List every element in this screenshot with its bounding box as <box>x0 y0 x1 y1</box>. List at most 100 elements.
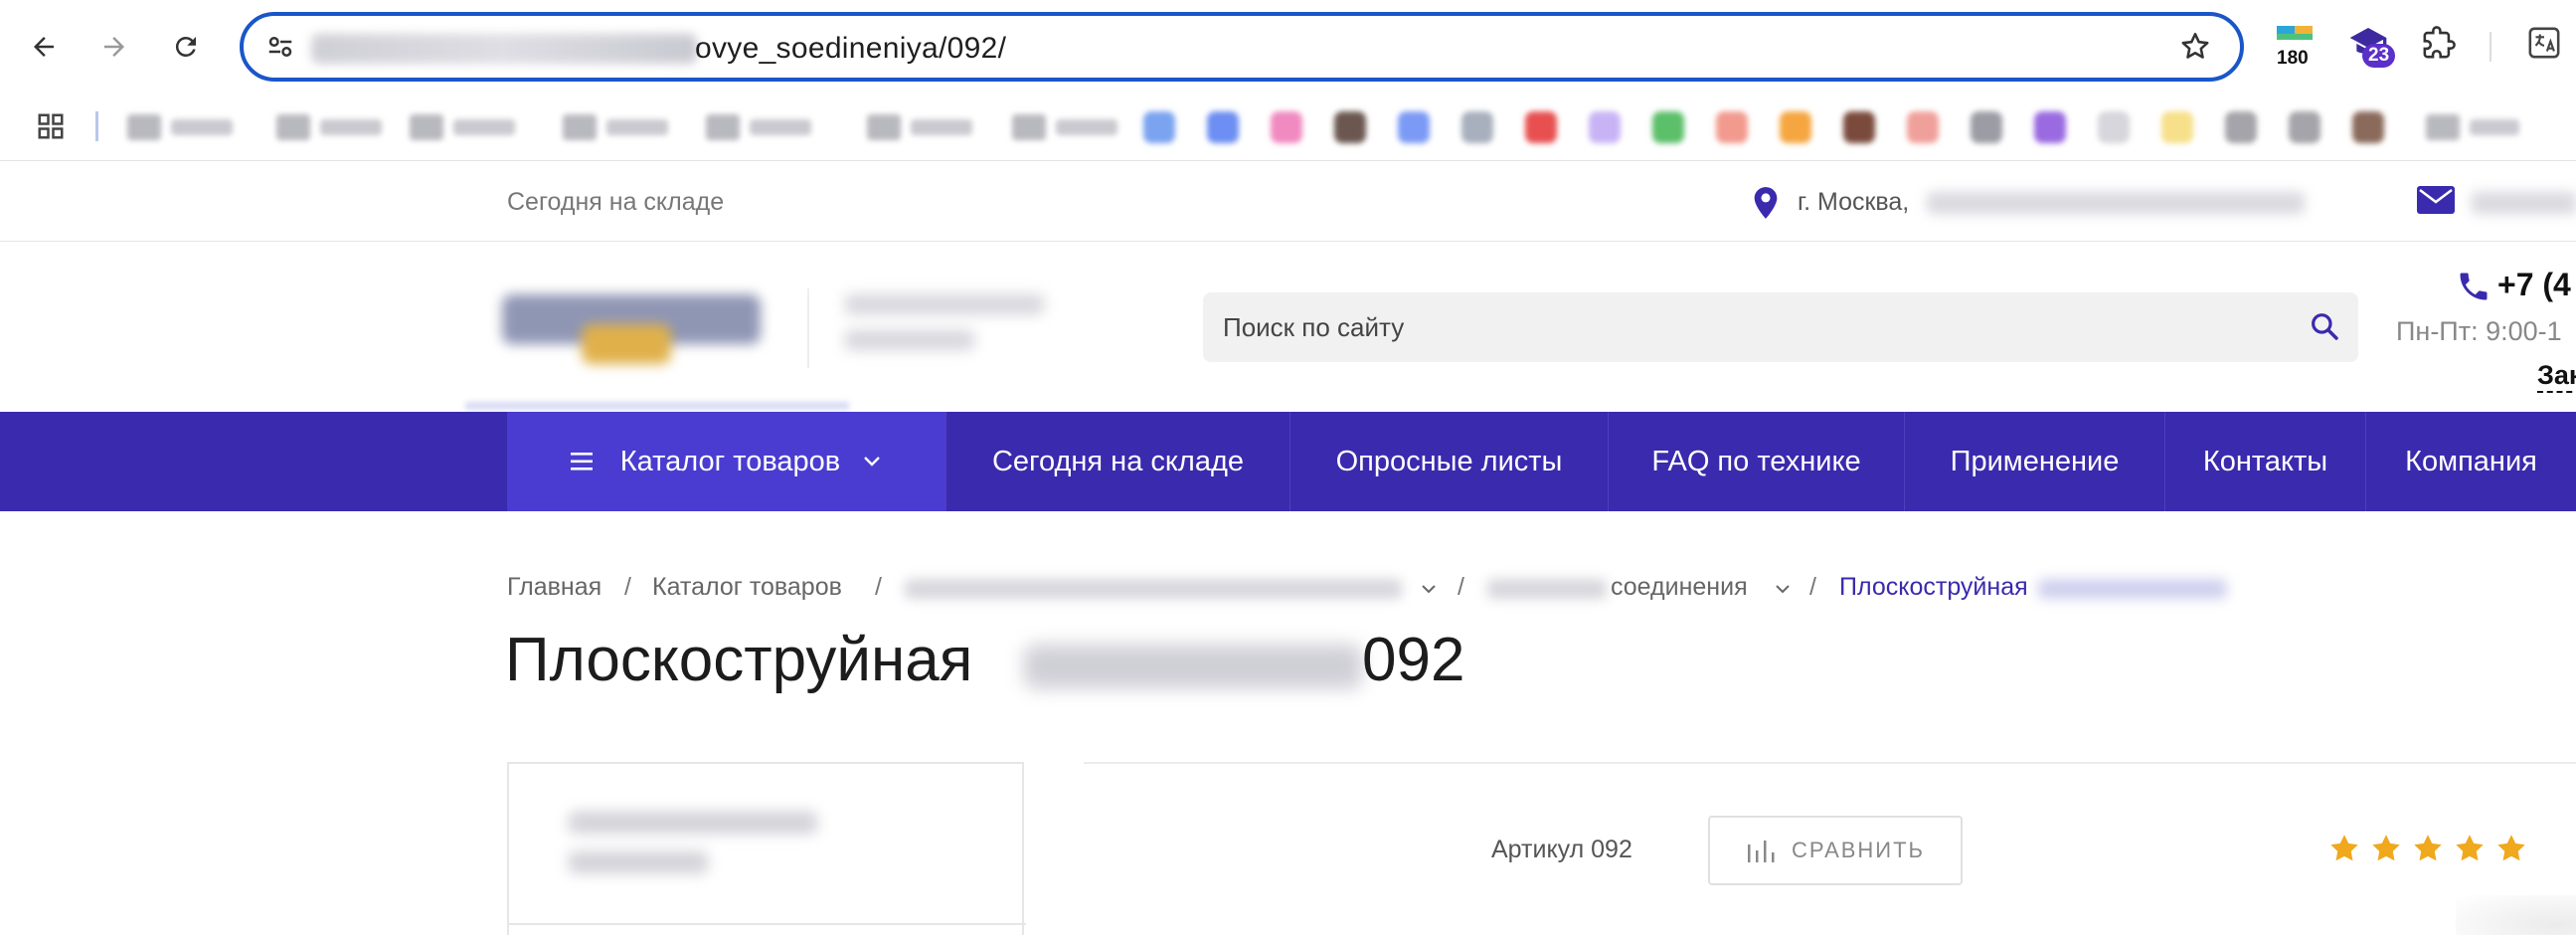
counter-extension-icon <box>2277 26 2313 40</box>
bookmark-favicon[interactable] <box>2034 109 2066 145</box>
bookmark-favicon[interactable] <box>1461 109 1493 145</box>
logo-underline <box>465 402 849 410</box>
email-redacted <box>2472 192 2576 214</box>
menu-application[interactable]: Применение <box>1905 412 2165 511</box>
star-icon <box>2372 835 2400 861</box>
phone-icon <box>2460 273 2488 300</box>
apps-grid-icon[interactable] <box>36 111 66 141</box>
bookmark-favicon[interactable] <box>1716 109 1748 145</box>
category-sidebar <box>507 762 1026 935</box>
extensions-menu-button[interactable] <box>2422 26 2456 65</box>
menu-company[interactable]: Компания <box>2366 412 2576 511</box>
counter-extension[interactable]: 180 <box>2277 26 2313 69</box>
breadcrumb-separator: / <box>875 573 882 601</box>
star-icon <box>2456 835 2484 861</box>
menu-faq[interactable]: FAQ по технике <box>1609 412 1905 511</box>
bookmark-favicon[interactable] <box>1589 109 1621 145</box>
breadcrumb: Главная / Каталог товаров / / соединения… <box>507 573 2576 607</box>
bookmark-favicon[interactable] <box>1143 109 1175 145</box>
menu-application-label: Применение <box>1950 445 2120 477</box>
stock-today-link[interactable]: Сегодня на складе <box>507 188 724 217</box>
menu-questionnaires[interactable]: Опросные листы <box>1290 412 1609 511</box>
menu-contacts[interactable]: Контакты <box>2165 412 2366 511</box>
site-topbar: Сегодня на складе г. Москва, <box>0 162 2576 242</box>
location-pin-icon <box>1754 187 1778 219</box>
breadcrumb-separator: / <box>624 573 631 601</box>
breadcrumb-current-redacted <box>2038 579 2227 599</box>
breadcrumb-catalog[interactable]: Каталог товаров <box>652 573 842 602</box>
sidebar-category-redacted[interactable] <box>569 812 827 891</box>
bookmark-favicon[interactable] <box>1843 109 1875 145</box>
menu-questionnaires-label: Опросные листы <box>1335 445 1563 477</box>
browser-chrome: ovye_soedineniya/092/ 180 23 <box>0 0 2576 161</box>
bookmark-favicon[interactable] <box>2225 109 2257 145</box>
phone-number[interactable]: +7 (4 <box>2497 267 2571 303</box>
product-sku: Артикул 092 <box>1491 836 1632 863</box>
bookmark-favicon[interactable] <box>1207 109 1239 145</box>
product-rating[interactable] <box>2328 834 2527 863</box>
breadcrumb-section-redacted[interactable] <box>905 579 1402 599</box>
breadcrumb-subsection[interactable]: соединения <box>1611 573 1748 602</box>
bookmark-favicon[interactable] <box>2161 109 2193 145</box>
menu-contacts-label: Контакты <box>2202 445 2328 477</box>
page-title-code: 092 <box>1362 626 1465 694</box>
search-input[interactable] <box>1223 292 2277 362</box>
forward-button[interactable] <box>89 22 139 72</box>
bookmark-folder[interactable] <box>2426 109 2519 145</box>
address-bar[interactable]: ovye_soedineniya/092/ <box>240 12 2244 82</box>
bookmark-favicon[interactable] <box>1652 109 1684 145</box>
bookmark-favicon[interactable] <box>1971 109 2002 145</box>
bookmark-star-icon[interactable] <box>2178 30 2212 64</box>
reload-button[interactable] <box>161 22 211 72</box>
site-settings-icon[interactable] <box>265 32 295 62</box>
bookmark-favicon[interactable] <box>1780 109 1811 145</box>
menu-stock-today[interactable]: Сегодня на складе <box>946 412 1290 511</box>
toolbar-divider <box>2490 32 2491 62</box>
bookmark-folder[interactable] <box>410 109 515 145</box>
chevron-down-icon[interactable] <box>1774 583 1792 595</box>
main-menu: Каталог товаров Сегодня на складе Опросн… <box>0 412 2576 511</box>
graduation-extension[interactable]: 23 <box>2348 26 2396 68</box>
menu-catalog[interactable]: Каталог товаров <box>507 412 946 511</box>
bookmark-folder[interactable] <box>706 109 811 145</box>
star-icon <box>2330 835 2358 861</box>
menu-stock-today-label: Сегодня на складе <box>991 445 1244 477</box>
work-hours: Пн-Пт: 9:00-1 <box>2396 316 2562 346</box>
reload-icon <box>175 36 196 57</box>
breadcrumb-home[interactable]: Главная <box>507 573 601 602</box>
breadcrumb-current: Плоскоструйная <box>1839 573 2028 601</box>
mail-icon[interactable] <box>2416 184 2456 216</box>
bookmarks-bar <box>0 103 2576 151</box>
compare-button[interactable]: СРАВНИТЬ <box>1708 816 1963 885</box>
bookmark-folder[interactable] <box>563 109 668 145</box>
site-header: +7 (4 Пн-Пт: 9:00-1 Зак <box>0 243 2576 412</box>
floating-widget-shadow <box>2456 895 2576 935</box>
back-button[interactable] <box>19 22 69 72</box>
bookmark-folder[interactable] <box>276 109 382 145</box>
bookmark-favicon[interactable] <box>1271 109 1302 145</box>
bookmarks-divider <box>95 111 98 141</box>
content-divider <box>1084 762 2576 764</box>
compare-button-label: СРАВНИТЬ <box>1791 838 1925 862</box>
bookmark-favicon[interactable] <box>1334 109 1366 145</box>
bookmark-favicon[interactable] <box>1525 109 1557 145</box>
bookmark-favicon[interactable] <box>1398 109 1430 145</box>
bookmark-favicon[interactable] <box>1907 109 1939 145</box>
bookmark-favicon[interactable] <box>2289 109 2320 145</box>
city-label: г. Москва, <box>1798 188 1910 216</box>
search-icon[interactable] <box>2309 310 2340 342</box>
bookmark-folder[interactable] <box>127 109 233 145</box>
translate-button[interactable] <box>2527 26 2561 65</box>
hamburger-icon <box>570 453 593 470</box>
callback-link[interactable]: Зак <box>2537 360 2576 393</box>
url-redacted-part <box>311 34 697 64</box>
bookmark-folder[interactable] <box>1012 109 1117 145</box>
bookmark-favicon[interactable] <box>2098 109 2130 145</box>
star-icon <box>2414 835 2442 861</box>
url-text: ovye_soedineniya/092/ <box>695 32 1007 65</box>
site-logo[interactable] <box>502 284 771 374</box>
bookmark-favicon[interactable] <box>2352 109 2384 145</box>
chevron-down-icon[interactable] <box>1420 583 1438 595</box>
bookmark-folder[interactable] <box>867 109 972 145</box>
address-redacted <box>1927 192 2305 214</box>
